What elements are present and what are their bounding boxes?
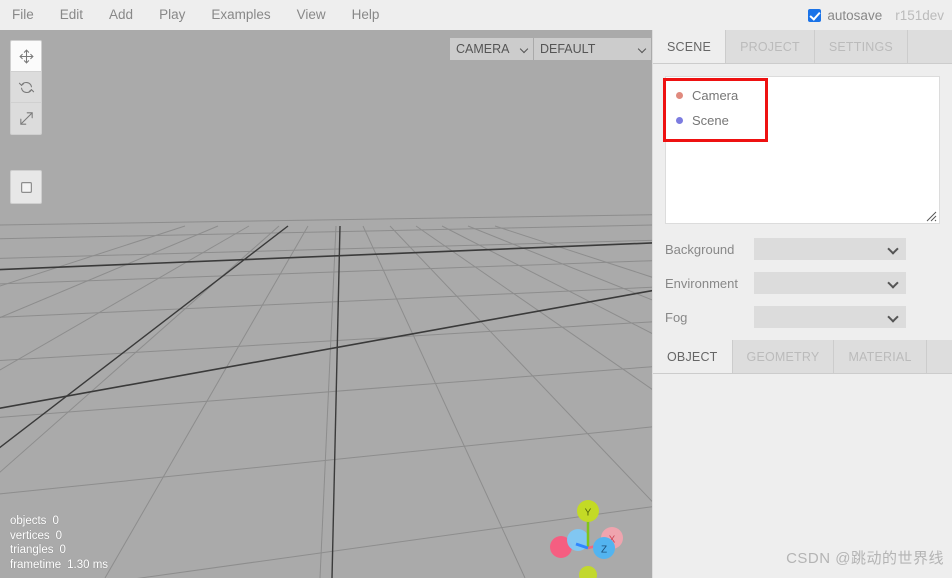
sidebar: SCENE PROJECT SETTINGS Camera Scene Back… [652,30,952,578]
stat-objects-value: 0 [52,515,59,527]
property-row-environment: Environment [665,272,940,294]
menu-item-view[interactable]: View [284,0,339,30]
tab-project[interactable]: PROJECT [726,30,815,63]
scale-tool-button[interactable] [11,103,41,134]
menu-item-edit[interactable]: Edit [47,0,96,30]
square-outline-icon [20,181,32,193]
outliner-item-scene[interactable]: Scene [666,108,939,133]
scale-arrows-icon [19,112,33,125]
outliner-resize-grip[interactable] [925,209,937,222]
stat-objects-key: objects [10,515,47,527]
camera-select[interactable]: CAMERA [450,38,534,60]
background-select-wrap [754,238,906,260]
version-label: r151dev [895,7,944,23]
menu-item-help[interactable]: Help [339,0,393,30]
shading-select[interactable]: DEFAULT [534,38,652,60]
object-tabbar-filler [926,340,952,373]
svg-text:Z: Z [601,545,607,556]
rotate-arrows-icon [18,81,34,93]
autosave-checkbox[interactable] [808,8,822,22]
editor-window: File Edit Add Play Examples View Help au… [0,0,952,578]
stat-frametime-key: frametime [10,558,62,571]
outliner-item-camera[interactable]: Camera [666,83,939,108]
menu-item-play[interactable]: Play [146,0,198,30]
sidebar-top-tabbar: SCENE PROJECT SETTINGS [653,30,952,64]
translate-tool-button[interactable] [11,41,41,72]
property-row-background: Background [665,238,940,260]
viewport-grid: X Y Z [0,30,652,578]
tab-material[interactable]: MATERIAL [834,340,927,373]
environment-select[interactable] [754,272,906,294]
stat-vertices-value: 0 [55,529,63,542]
tab-settings[interactable]: SETTINGS [814,30,908,63]
svg-text:Y: Y [585,508,592,519]
viewport-3d[interactable]: X Y Z CAMERA DEFAULT objects 0 vertices … [0,30,652,578]
outliner-item-label: Scene [692,113,729,128]
stat-vertices: vertices 0 [10,529,108,544]
outliner-item-label: Camera [692,88,739,103]
scene-dot-icon [676,117,683,124]
tab-scene[interactable]: SCENE [653,30,727,63]
fog-label: Fog [665,309,688,325]
background-select[interactable] [754,238,906,260]
stat-triangles-value: 0 [59,544,66,556]
stat-objects: objects 0 [10,514,108,529]
tabbar-filler [907,30,952,63]
object-tabbar: OBJECT GEOMETRY MATERIAL [653,340,952,374]
environment-select-wrap [754,272,906,294]
autosave-label[interactable]: autosave [827,8,882,23]
transform-toolbar [10,40,42,135]
watermark: CSDN @跳动的世界线 [786,550,944,567]
stat-triangles: triangles 0 [10,543,108,558]
menu-item-add[interactable]: Add [96,0,146,30]
environment-label: Environment [665,275,738,291]
menu-bar: File Edit Add Play Examples View Help au… [0,0,952,30]
outliner-wrapper: Camera Scene [665,76,940,224]
camera-select-wrap: CAMERA [450,38,534,60]
background-label: Background [665,241,735,257]
stat-vertices-key: vertices [10,529,50,542]
object-properties-panel [653,374,952,534]
property-row-fog: Fog [665,306,940,328]
tab-object[interactable]: OBJECT [653,340,733,373]
menu-bar-right: autosave r151dev [808,0,944,30]
viewport-stats: objects 0 vertices 0 triangles 0 frametime 1… [10,514,108,572]
viewport-select-group: CAMERA DEFAULT [450,38,652,60]
menu-item-examples[interactable]: Examples [198,0,283,30]
rotate-tool-button[interactable] [11,72,41,103]
tab-geometry[interactable]: GEOMETRY [732,340,835,373]
camera-dot-icon [676,92,683,99]
resize-grip-icon [926,211,937,222]
stat-triangles-key: triangles [10,544,54,556]
menu-item-file[interactable]: File [0,0,47,30]
shading-select-wrap: DEFAULT [534,38,652,60]
scene-outliner[interactable]: Camera Scene [665,76,940,224]
fog-select[interactable] [754,306,906,328]
move-arrows-icon [19,49,33,63]
space-toggle-button[interactable] [10,170,42,204]
fog-select-wrap [754,306,906,328]
stat-frametime: frametime 1.30 ms [10,558,108,573]
stat-frametime-value: 1.30 ms [67,558,109,571]
